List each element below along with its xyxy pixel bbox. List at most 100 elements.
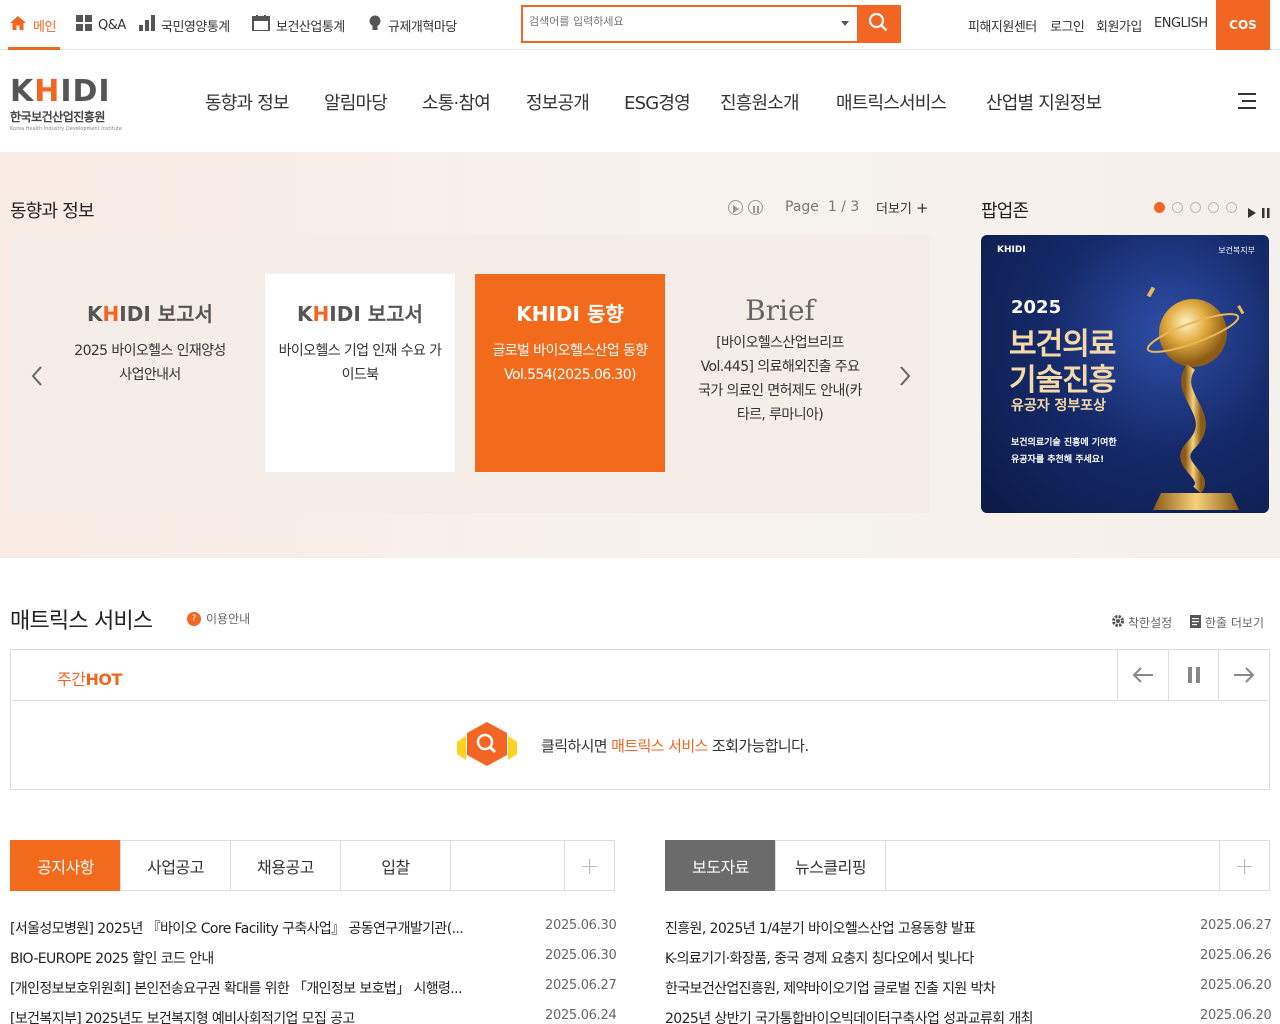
trend-card[interactable]: KHIDI 보고서 바이오헬스 기업 인재 수요 가이드북 <box>265 274 455 472</box>
tab-notice[interactable]: 공지사항 <box>10 840 120 891</box>
nav-industry[interactable]: 산업별 지원정보 <box>986 89 1102 115</box>
matrix-next-button[interactable] <box>1218 650 1269 700</box>
nav-esg[interactable]: ESG경영 <box>624 89 691 115</box>
nav-matrix[interactable]: 매트릭스서비스 <box>836 89 947 115</box>
trend-card-active[interactable]: KHIDI 동향 글로벌 바이오헬스산업 동향 Vol.554(2025.06.… <box>475 274 665 472</box>
card-title: 2025 바이오헬스 인재양성 사업안내서 <box>74 343 226 383</box>
popup-pagination <box>1154 202 1237 213</box>
tab-business[interactable]: 사업공고 <box>120 840 230 891</box>
list-item[interactable]: 진흥원, 2025년 1/4분기 바이오헬스산업 고용동향 발표 <box>665 918 1180 938</box>
plus-icon: + <box>916 199 929 217</box>
popup-body: 보건의료기술 진흥에 기여한 유공자를 추천해 주세요! <box>1011 438 1117 465</box>
util-stats-link[interactable]: 보건산업통계 <box>252 14 345 36</box>
chevron-down-icon[interactable] <box>841 21 849 26</box>
logo-korean: 한국보건산업진흥원 <box>10 110 105 124</box>
popup-year: 2025 <box>1011 297 1062 318</box>
util-nutrition-link[interactable]: 국민영양통계 <box>139 14 230 36</box>
list-item[interactable]: [개인정보보호위원회] 본인전송요구권 확대를 위한 「개인정보 보호법」 시행… <box>10 978 525 998</box>
util-qna-link[interactable]: Q&A <box>76 14 126 36</box>
util-home-link[interactable]: 메인 <box>9 14 56 36</box>
damage-support-link[interactable]: 피해지원센터 <box>968 16 1037 35</box>
matrix-pause-button[interactable] <box>1168 650 1219 700</box>
trend-more-label: 더보기 <box>876 202 912 217</box>
list-item[interactable]: K-의료기기·화장품, 중국 경제 요충지 칭다오에서 빛나다 <box>665 948 1180 968</box>
util-stats-label: 보건산업통계 <box>276 19 345 35</box>
carousel-prev-button[interactable] <box>30 366 44 386</box>
play-icon <box>732 198 739 217</box>
board-left-more-button[interactable]: + <box>564 840 615 891</box>
carousel-next-button[interactable] <box>898 366 912 386</box>
nav-notice[interactable]: 알림마당 <box>324 89 388 115</box>
menu-icon[interactable] <box>1238 93 1256 109</box>
trend-card[interactable]: Brief [바이오헬스산업브리프 Vol.445] 의료해외진출 주요국가 의… <box>685 274 875 472</box>
search-box <box>521 5 901 43</box>
list-item[interactable]: [서울성모병원] 2025년 『바이오 Core Facility 구축사업』 … <box>10 918 520 938</box>
list-item-date: 2025.06.27 <box>1200 918 1272 933</box>
list-item[interactable]: 한국보건산업진흥원, 제약바이오기업 글로벌 진출 지원 박차 <box>665 978 1180 998</box>
document-icon <box>1190 614 1201 631</box>
signup-link[interactable]: 회원가입 <box>1096 16 1142 35</box>
trend-more-link[interactable]: 더보기 + <box>876 198 929 217</box>
matrix-prev-button[interactable] <box>1117 650 1168 700</box>
plus-icon: + <box>579 851 600 880</box>
pagination-dot[interactable] <box>1154 202 1165 213</box>
khidi-logo[interactable]: KHIDI 한국보건산업진흥원 Korea Health Industry De… <box>10 77 130 133</box>
card-title: [바이오헬스산업브리프 Vol.445] 의료해외진출 주요국가 의료인 면허제… <box>698 335 862 423</box>
play-button[interactable] <box>728 200 743 215</box>
pause-button[interactable] <box>748 200 763 215</box>
card-tag: KHIDI 보고서 <box>297 302 423 326</box>
page-indicator: Page 1 / 3 <box>785 199 859 215</box>
tab-clipping[interactable]: 뉴스클리핑 <box>775 840 885 891</box>
lightbulb-icon <box>368 15 382 35</box>
popup-subheadline: 유공자 정부포상 <box>1011 398 1107 414</box>
matrix-info-link[interactable]: ? 이용안내 <box>187 610 250 627</box>
utility-bar: 메인 Q&A 국민영양통계 보건산업통계 규제개혁마당 피 <box>0 0 1280 50</box>
pagination-dot[interactable] <box>1172 202 1183 213</box>
matrix-search-icon[interactable] <box>454 720 520 768</box>
card-tag-brief: Brief <box>745 294 815 327</box>
tab-recruit[interactable]: 채용공고 <box>230 840 340 891</box>
english-link[interactable]: ENGLISH <box>1154 16 1208 31</box>
tab-bid[interactable]: 입찰 <box>340 840 450 891</box>
nav-communication[interactable]: 소통·참여 <box>422 89 491 115</box>
arrow-left-icon <box>1132 667 1153 683</box>
matrix-service-link[interactable]: 매트릭스 서비스 <box>611 737 708 755</box>
list-item[interactable]: BIO-EUROPE 2025 할인 코드 안내 <box>10 948 520 968</box>
card-tag: KHIDI 보고서 <box>87 302 213 326</box>
board-right-more-button[interactable]: + <box>1219 840 1270 891</box>
chevron-left-icon <box>31 366 42 386</box>
matrix-more-link[interactable]: 한줄 더보기 <box>1190 614 1264 631</box>
nav-about[interactable]: 진흥원소개 <box>720 89 800 115</box>
search-input[interactable] <box>529 15 829 28</box>
util-regulation-link[interactable]: 규제개혁마당 <box>368 14 457 36</box>
util-home-label: 메인 <box>33 19 56 35</box>
popup-play-button[interactable] <box>1248 203 1256 222</box>
matrix-title: 매트릭스 서비스 <box>10 609 153 634</box>
tab-spacer <box>450 840 564 891</box>
pagination-dot[interactable] <box>1208 202 1219 213</box>
page-label: Page <box>785 199 819 215</box>
list-item-date: 2025.06.24 <box>545 1008 617 1023</box>
search-button[interactable] <box>857 7 899 41</box>
list-item[interactable]: [보건복지부] 2025년도 보건복지형 예비사회적기업 모집 공고 <box>10 1008 520 1024</box>
nav-trend[interactable]: 동향과 정보 <box>205 89 290 115</box>
matrix-panel: 주간HOT 클릭하시면 매트릭스 서비스 조회가능합니다. <box>10 649 1270 790</box>
popup-pause-button[interactable] <box>1262 203 1270 222</box>
pagination-dot[interactable] <box>1190 202 1201 213</box>
trend-card[interactable]: KHIDI 보고서 2025 바이오헬스 인재양성 사업안내서 <box>55 274 245 472</box>
weekly-hot-label: 주간HOT <box>57 670 122 689</box>
cos-button[interactable]: COS <box>1216 0 1270 50</box>
popup-banner[interactable]: KHIDI 보건복지부 2025 보건의료 기술진흥 유공자 정부포상 보건의료… <box>981 235 1269 513</box>
logo-wordmark: KHIDI <box>10 74 111 109</box>
login-link[interactable]: 로그인 <box>1050 16 1085 35</box>
list-item[interactable]: 2025년 상반기 국가통합바이오빅데이터구축사업 성과교류회 개최 <box>665 1008 1180 1024</box>
tab-press[interactable]: 보도자료 <box>665 840 775 891</box>
matrix-setting-link[interactable]: 착한설정 <box>1111 614 1172 631</box>
gear-icon <box>1111 614 1125 631</box>
tab-spacer <box>885 840 1219 891</box>
calendar-icon <box>252 15 270 35</box>
pagination-dot[interactable] <box>1226 202 1237 213</box>
list-item-date: 2025.06.30 <box>545 918 617 933</box>
nav-disclosure[interactable]: 정보공개 <box>526 89 590 115</box>
list-item-date: 2025.06.26 <box>1200 948 1272 963</box>
